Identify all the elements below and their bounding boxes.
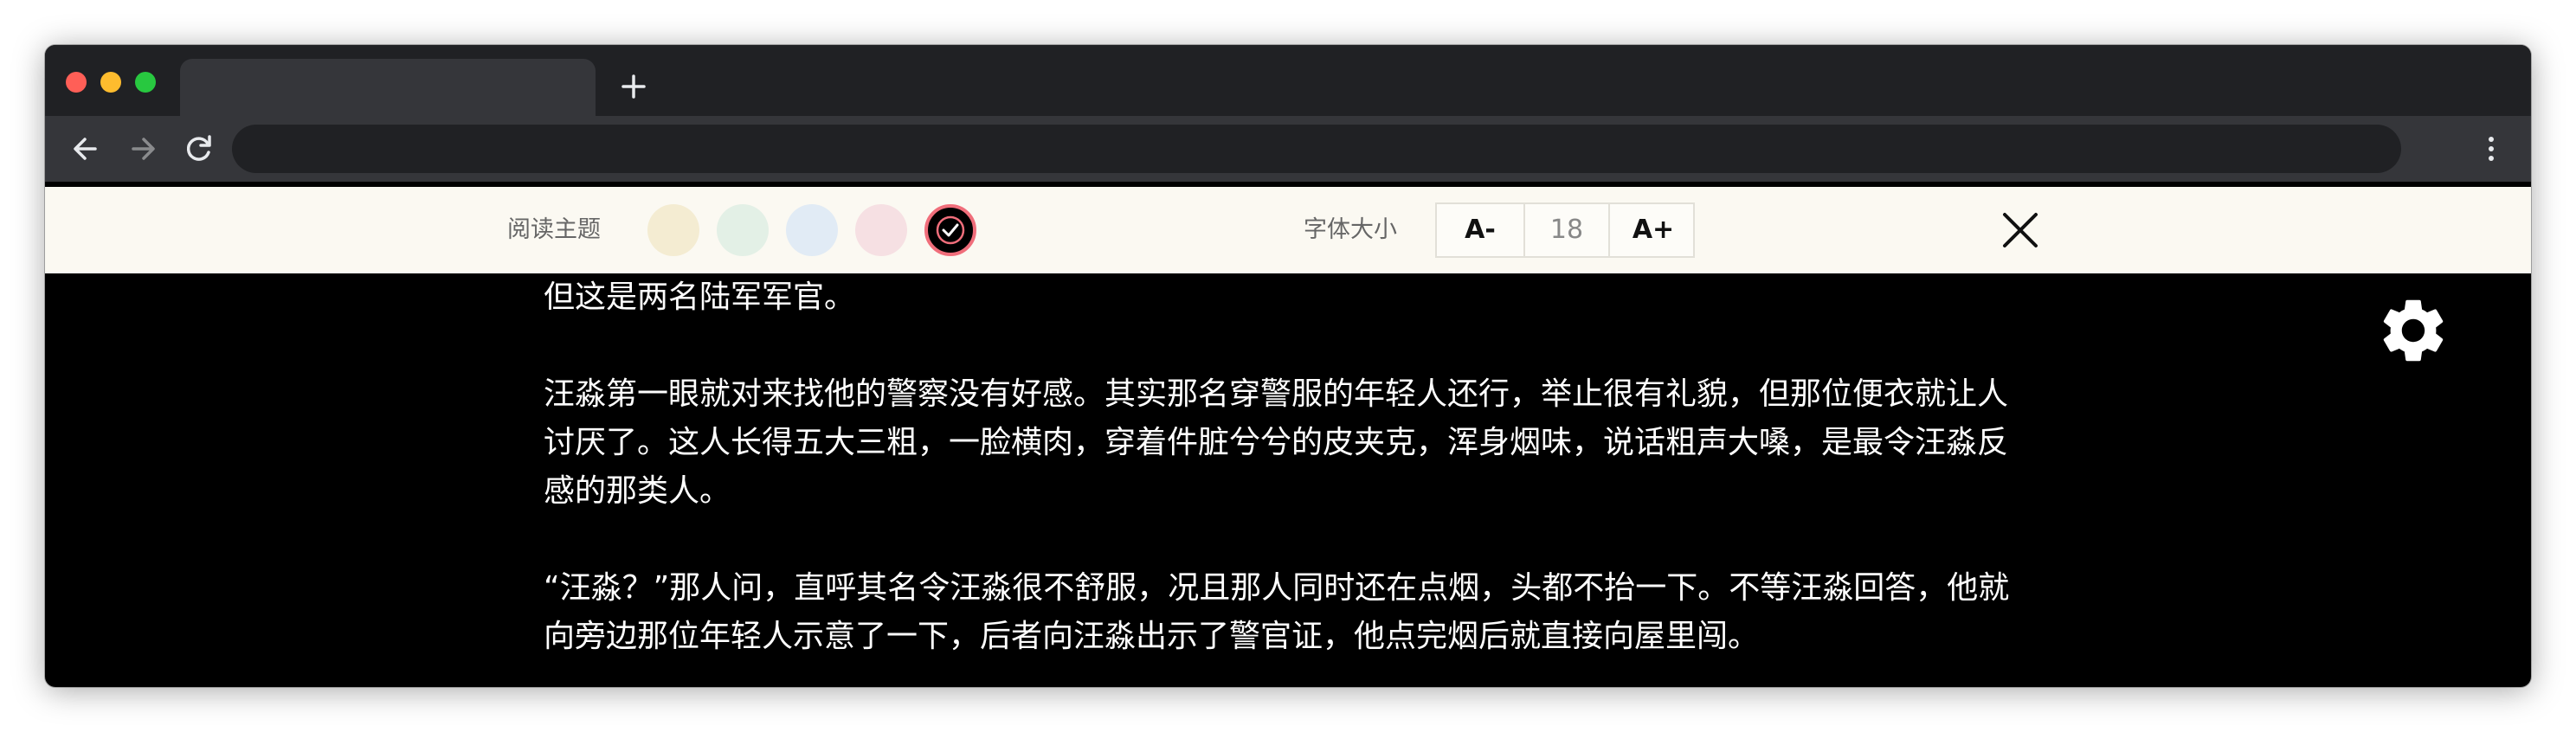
paragraph: “汪淼？”那人问，直呼其名令汪淼很不舒服，况且那人同时还在点烟，头都不抬一下。不… — [544, 570, 2010, 654]
check-icon — [936, 215, 965, 245]
paragraph: 汪淼第一眼就对来找他的警察没有好感。其实那名穿警服的年轻人还行，举止很有礼貌，但… — [544, 376, 2009, 509]
theme-swatch-blue[interactable] — [786, 204, 838, 256]
theme-swatch-beige[interactable] — [647, 204, 699, 256]
theme-swatch-pink[interactable] — [855, 204, 907, 256]
theme-swatch-dark[interactable] — [924, 204, 976, 256]
close-icon[interactable] — [1998, 208, 2043, 253]
paragraph: 但这是两名陆军军官。 — [544, 279, 856, 315]
plus-icon[interactable] — [613, 66, 654, 107]
increase-font-button[interactable]: A+ — [1610, 204, 1697, 256]
forward-arrow-icon[interactable] — [123, 128, 164, 170]
font-size-control: A- 18 A+ — [1435, 202, 1695, 258]
reader-settings-bar: 阅读主题 字体大小 A- 18 A+ — [45, 187, 2531, 273]
decrease-font-button[interactable]: A- — [1437, 204, 1523, 256]
close-window-button[interactable] — [66, 72, 87, 93]
theme-swatch-green[interactable] — [717, 204, 769, 256]
zoom-window-button[interactable] — [135, 72, 156, 93]
more-vert-icon[interactable] — [2470, 128, 2512, 170]
reader-content: 但这是两名陆军军官。 汪淼第一眼就对来找他的警察没有好感。其实那名穿警服的年轻人… — [544, 273, 2032, 687]
reload-icon[interactable] — [178, 128, 220, 170]
browser-tab[interactable] — [180, 59, 596, 116]
address-bar[interactable] — [232, 125, 2401, 173]
font-size-value: 18 — [1523, 204, 1610, 256]
gear-icon[interactable] — [2375, 292, 2451, 369]
back-arrow-icon[interactable] — [64, 128, 106, 170]
minimize-window-button[interactable] — [100, 72, 121, 93]
browser-toolbar — [45, 116, 2531, 182]
title-bar — [45, 45, 2531, 116]
font-size-label: 字体大小 — [1304, 216, 1397, 243]
theme-label: 阅读主题 — [507, 216, 601, 243]
browser-window: 阅读主题 字体大小 A- 18 A+ 但这是两名陆军军官。 汪淼第一眼就对来找他… — [45, 45, 2531, 687]
